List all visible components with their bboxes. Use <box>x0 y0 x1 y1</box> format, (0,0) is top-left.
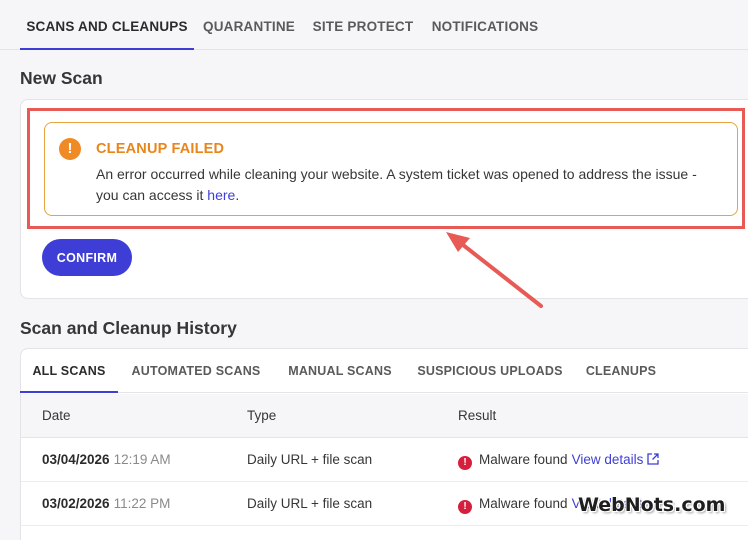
view-details-link[interactable]: View details <box>572 452 644 467</box>
tab-scans-and-cleanups[interactable]: SCANS AND CLEANUPS <box>20 0 194 50</box>
alert-icon: ! <box>458 456 472 470</box>
alert-icon: ! <box>458 500 472 514</box>
alert-title: CLEANUP FAILED <box>96 141 225 157</box>
history-title: Scan and Cleanup History <box>20 318 237 338</box>
column-type: Type <box>247 408 277 423</box>
tab-site-protect[interactable]: SITE PROTECT <box>311 0 415 50</box>
tab-all-scans[interactable]: ALL SCANS <box>20 349 118 393</box>
row-date: 03/02/2026 11:22 PM <box>42 496 171 511</box>
external-link-icon[interactable] <box>647 453 660 465</box>
row-result: ! Malware found View details <box>458 438 660 482</box>
tab-automated-scans[interactable]: AUTOMATED SCANS <box>126 349 266 393</box>
tab-quarantine[interactable]: QUARANTINE <box>199 0 299 50</box>
row-time: 11:22 PM <box>113 496 171 511</box>
alert-message-end: . <box>235 187 240 203</box>
result-text: Malware found <box>479 452 568 467</box>
tab-manual-scans[interactable]: MANUAL SCANS <box>282 349 398 393</box>
alert-message-text: An error occurred while cleaning your we… <box>96 166 697 203</box>
column-result: Result <box>458 408 497 423</box>
table-row: 03/04/2026 12:19 AM Daily URL + file scan… <box>21 438 748 482</box>
history-tab-bar: ALL SCANS AUTOMATED SCANS MANUAL SCANS S… <box>20 349 748 393</box>
row-type: Daily URL + file scan <box>247 496 373 511</box>
row-date: 03/04/2026 12:19 AM <box>42 452 171 467</box>
alert-message: An error occurred while cleaning your we… <box>96 164 716 206</box>
ticket-link[interactable]: here <box>207 187 235 203</box>
result-text: Malware found <box>479 496 568 511</box>
confirm-button[interactable]: CONFIRM <box>42 239 132 276</box>
watermark-logo: WebNots.com <box>578 494 726 516</box>
tab-cleanups[interactable]: CLEANUPS <box>580 349 662 393</box>
top-tab-bar: SCANS AND CLEANUPS QUARANTINE SITE PROTE… <box>0 0 748 50</box>
tab-notifications[interactable]: NOTIFICATIONS <box>428 0 542 50</box>
exclamation-icon: ! <box>59 138 81 160</box>
new-scan-title: New Scan <box>20 68 103 88</box>
row-time: 12:19 AM <box>113 452 171 467</box>
cleanup-failed-alert: ! CLEANUP FAILED An error occurred while… <box>44 122 738 216</box>
tab-suspicious-uploads[interactable]: SUSPICIOUS UPLOADS <box>413 349 567 393</box>
history-table-header: Date Type Result <box>21 394 748 438</box>
row-type: Daily URL + file scan <box>247 452 373 467</box>
column-date: Date <box>42 408 71 423</box>
